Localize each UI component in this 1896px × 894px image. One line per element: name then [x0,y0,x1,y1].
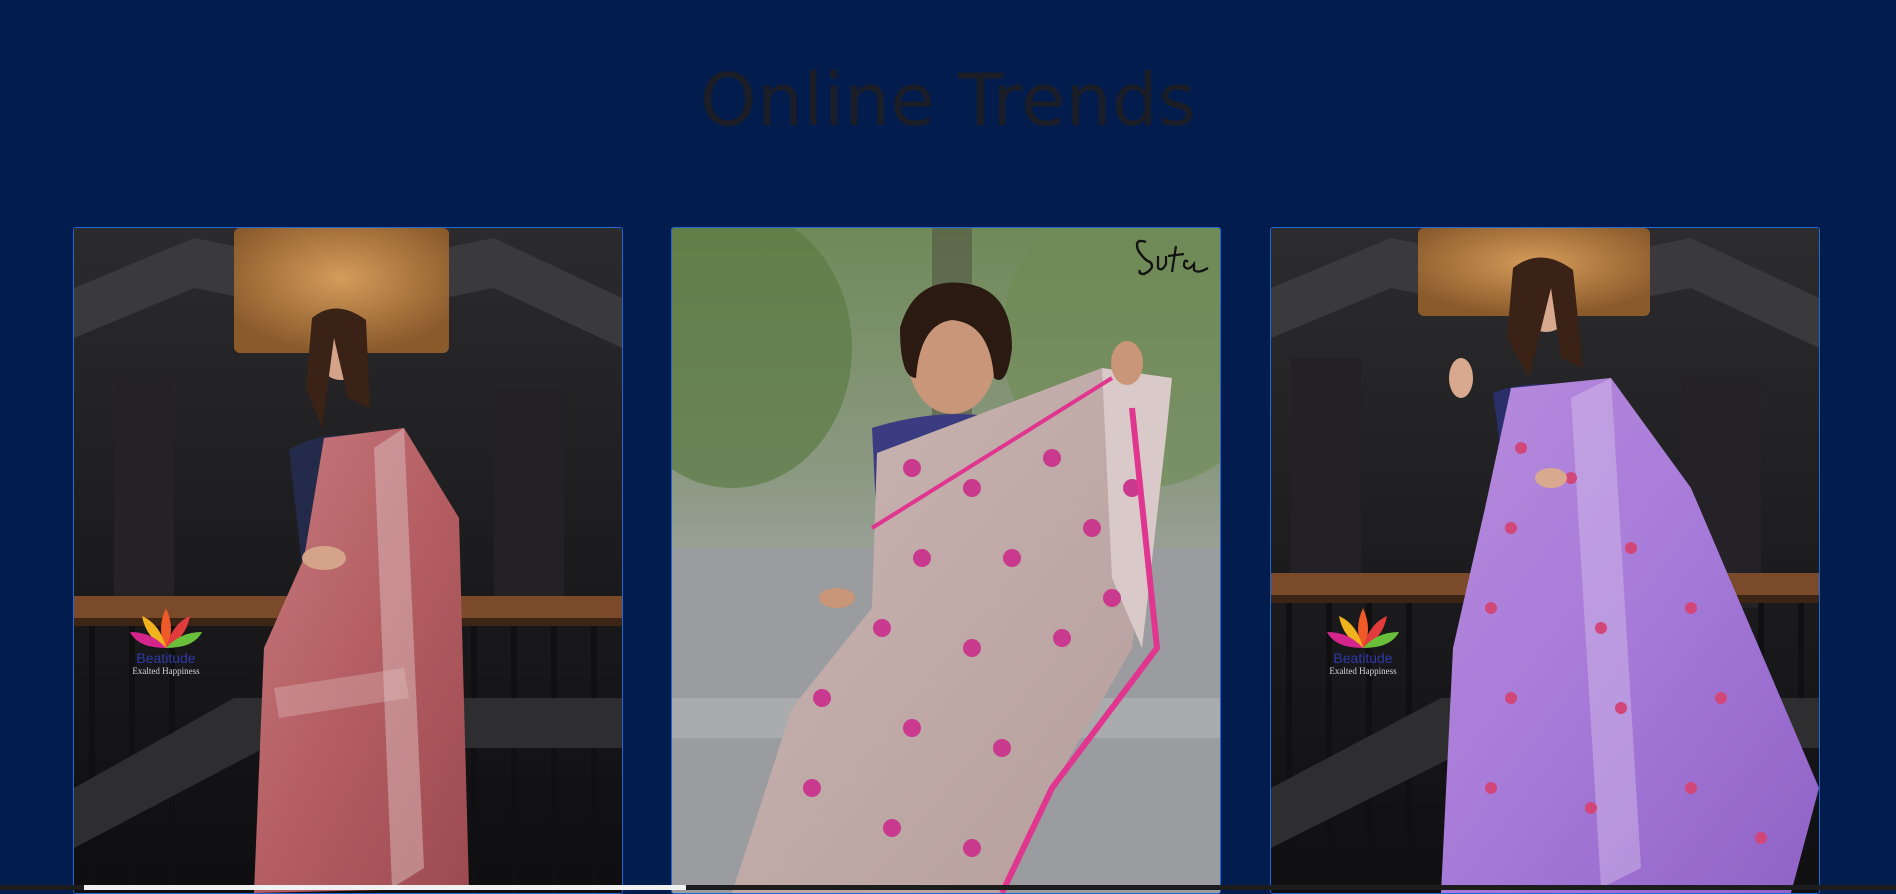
lotus-logo-icon [130,608,202,648]
lotus-logo-icon [1327,608,1399,648]
brand-tagline: Exalted Happiness [1329,666,1397,676]
suta-signature-icon [1135,239,1209,276]
brand-logo: Beatitude Exalted Happiness [1323,606,1403,676]
scrollbar-thumb[interactable] [84,885,686,890]
brand-tagline: Exalted Happiness [132,666,200,676]
product-card-1[interactable]: Beatitude Exalted Happiness [73,227,623,894]
product-carousel: Beatitude Exalted Happiness Beatitude Ex… [73,227,1821,894]
horizontal-scrollbar[interactable] [0,885,1896,890]
product-image-2 [672,228,1220,893]
product-image-1 [74,228,622,893]
product-image-3 [1271,228,1819,893]
product-card-2[interactable] [671,227,1221,894]
brand-logo: Beatitude Exalted Happiness [126,606,206,676]
section-title: Online Trends [699,58,1197,142]
product-card-3[interactable]: Beatitude Exalted Happiness [1270,227,1820,894]
brand-name: Beatitude [1333,650,1393,666]
brand-name: Beatitude [136,650,196,666]
